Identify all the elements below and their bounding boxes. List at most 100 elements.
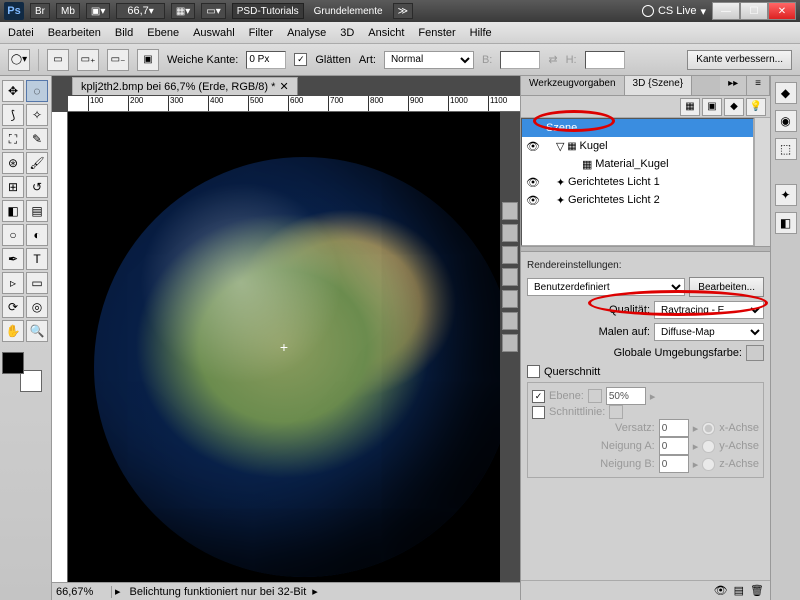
cslive-button[interactable]: CS Live ▾ xyxy=(642,5,706,18)
styles-icon[interactable]: ◧ xyxy=(775,212,797,234)
filter-scene-icon[interactable]: ▦ xyxy=(680,98,700,116)
move-tool[interactable]: ✥ xyxy=(2,80,24,102)
panel-menu-icon[interactable]: ≡ xyxy=(747,76,770,95)
paths-icon[interactable]: ⬚ xyxy=(775,138,797,160)
scene-scrollbar[interactable] xyxy=(754,118,770,246)
marquee-tool[interactable]: ◌ xyxy=(26,80,48,102)
scene-row-kugel[interactable]: 👁▽ ▦ Kugel xyxy=(522,137,753,155)
menu-hilfe[interactable]: Hilfe xyxy=(470,27,492,39)
dock-icon[interactable] xyxy=(502,246,518,264)
foreground-color[interactable] xyxy=(2,352,24,374)
adjustments-icon[interactable]: ✦ xyxy=(775,184,797,206)
feather-input[interactable] xyxy=(246,51,286,69)
add-selection-mode[interactable]: ▭₊ xyxy=(77,49,99,71)
tab-werkzeugvorgaben[interactable]: Werkzeugvorgaben xyxy=(521,76,625,95)
brush-tool[interactable]: 🖌 xyxy=(26,152,48,174)
antialias-checkbox[interactable] xyxy=(294,53,307,66)
scene-row-light2[interactable]: 👁✦ Gerichtetes Licht 2 xyxy=(522,191,753,209)
new-selection-mode[interactable]: ▭ xyxy=(47,49,69,71)
blur-tool[interactable]: ○ xyxy=(2,224,24,246)
lasso-tool[interactable]: ⟆ xyxy=(2,104,24,126)
render-preset-select[interactable]: Benutzerdefiniert xyxy=(527,278,685,296)
eraser-tool[interactable]: ◧ xyxy=(2,200,24,222)
layers-icon[interactable]: ◆ xyxy=(775,82,797,104)
menu-auswahl[interactable]: Auswahl xyxy=(193,27,235,39)
type-tool[interactable]: T xyxy=(26,248,48,270)
menu-3d[interactable]: 3D xyxy=(340,27,354,39)
dock-icon[interactable] xyxy=(502,334,518,352)
wand-tool[interactable]: ✧ xyxy=(26,104,48,126)
workspace-grundelemente[interactable]: Grundelemente xyxy=(310,3,387,19)
dock-icon[interactable] xyxy=(502,268,518,286)
hand-tool[interactable]: ✋ xyxy=(2,320,24,342)
channels-icon[interactable]: ◉ xyxy=(775,110,797,132)
menu-analyse[interactable]: Analyse xyxy=(287,27,326,39)
quality-select[interactable]: Raytracing - E... xyxy=(654,301,764,319)
close-button[interactable]: ✕ xyxy=(768,2,796,20)
color-swatches[interactable] xyxy=(2,352,42,392)
filter-material-icon[interactable]: ◆ xyxy=(724,98,744,116)
menu-bearbeiten[interactable]: Bearbeiten xyxy=(48,27,101,39)
healing-tool[interactable]: ⊛ xyxy=(2,152,24,174)
global-env-color[interactable] xyxy=(746,345,764,361)
eyedropper-tool[interactable]: ✎ xyxy=(26,128,48,150)
bridge-button[interactable]: Br xyxy=(30,3,50,19)
dock-icon[interactable] xyxy=(502,224,518,242)
menu-bild[interactable]: Bild xyxy=(115,27,133,39)
tab-3d-szene[interactable]: 3D {Szene} xyxy=(625,76,693,95)
edit-render-button[interactable]: Bearbeiten... xyxy=(689,277,764,297)
zoom-tool[interactable]: 🔍 xyxy=(26,320,48,342)
close-tab-icon[interactable]: ✕ xyxy=(279,80,288,93)
menu-ansicht[interactable]: Ansicht xyxy=(368,27,404,39)
view-extras-button[interactable]: ▦▾ xyxy=(171,3,195,19)
history-brush-tool[interactable]: ↺ xyxy=(26,176,48,198)
zoom-status[interactable]: 66,67% xyxy=(52,586,112,598)
new-light-icon[interactable]: ▤ xyxy=(734,584,744,597)
subtract-selection-mode[interactable]: ▭₋ xyxy=(107,49,129,71)
document-tab[interactable]: kplj2th2.bmp bei 66,7% (Erde, RGB/8) *✕ xyxy=(72,77,298,95)
zoom-dropdown[interactable]: 66,7 ▾ xyxy=(116,3,164,19)
minibridge-button[interactable]: Mb xyxy=(56,3,80,19)
stamp-tool[interactable]: ⊞ xyxy=(2,176,24,198)
workspace-more[interactable]: ≫ xyxy=(393,3,413,19)
3d-rotate-tool[interactable]: ⟳ xyxy=(2,296,24,318)
maximize-button[interactable]: ☐ xyxy=(740,2,768,20)
menu-ebene[interactable]: Ebene xyxy=(147,27,179,39)
crop-tool[interactable]: ⛶ xyxy=(2,128,24,150)
workspace-psdtutorials[interactable]: PSD-Tutorials xyxy=(232,3,304,19)
style-label: Art: xyxy=(359,54,376,66)
scene-row-light1[interactable]: 👁✦ Gerichtetes Licht 1 xyxy=(522,173,753,191)
panel-more-icon[interactable]: ▸▸ xyxy=(720,76,747,95)
path-tool[interactable]: ▹ xyxy=(2,272,24,294)
gradient-tool[interactable]: ▤ xyxy=(26,200,48,222)
scene-tree[interactable]: Szene 👁▽ ▦ Kugel ▦ Material_Kugel 👁✦ Ger… xyxy=(521,118,754,246)
minimize-button[interactable]: — xyxy=(712,2,740,20)
arrange-button[interactable]: ▭▾ xyxy=(201,3,225,19)
menu-fenster[interactable]: Fenster xyxy=(418,27,455,39)
menu-filter[interactable]: Filter xyxy=(249,27,273,39)
width-label: B: xyxy=(482,54,492,66)
canvas-viewport[interactable]: + xyxy=(68,112,500,582)
filter-mesh-icon[interactable]: ▣ xyxy=(702,98,722,116)
intersect-selection-mode[interactable]: ▣ xyxy=(137,49,159,71)
crosshair-cursor: + xyxy=(280,339,288,355)
delete-icon[interactable]: 🗑 xyxy=(750,584,764,597)
tool-preset-dropdown[interactable]: ◯▾ xyxy=(8,49,30,71)
scene-row-szene[interactable]: Szene xyxy=(522,119,753,137)
dock-icon[interactable] xyxy=(502,312,518,330)
dodge-tool[interactable]: ◐ xyxy=(26,224,48,246)
paint-on-select[interactable]: Diffuse-Map xyxy=(654,323,764,341)
scene-row-material[interactable]: ▦ Material_Kugel xyxy=(522,155,753,173)
style-select[interactable]: Normal xyxy=(384,51,474,69)
dock-icon[interactable] xyxy=(502,202,518,220)
cross-section-checkbox[interactable] xyxy=(527,365,540,378)
toggle-lights-icon[interactable]: 👁 xyxy=(714,584,728,597)
filter-light-icon[interactable]: 💡 xyxy=(746,98,766,116)
3d-camera-tool[interactable]: ◎ xyxy=(26,296,48,318)
menu-datei[interactable]: Datei xyxy=(8,27,34,39)
refine-edge-button[interactable]: Kante verbessern... xyxy=(687,50,792,70)
dock-icon[interactable] xyxy=(502,290,518,308)
pen-tool[interactable]: ✒ xyxy=(2,248,24,270)
shape-tool[interactable]: ▭ xyxy=(26,272,48,294)
screen-mode-button[interactable]: ▣▾ xyxy=(86,3,110,19)
